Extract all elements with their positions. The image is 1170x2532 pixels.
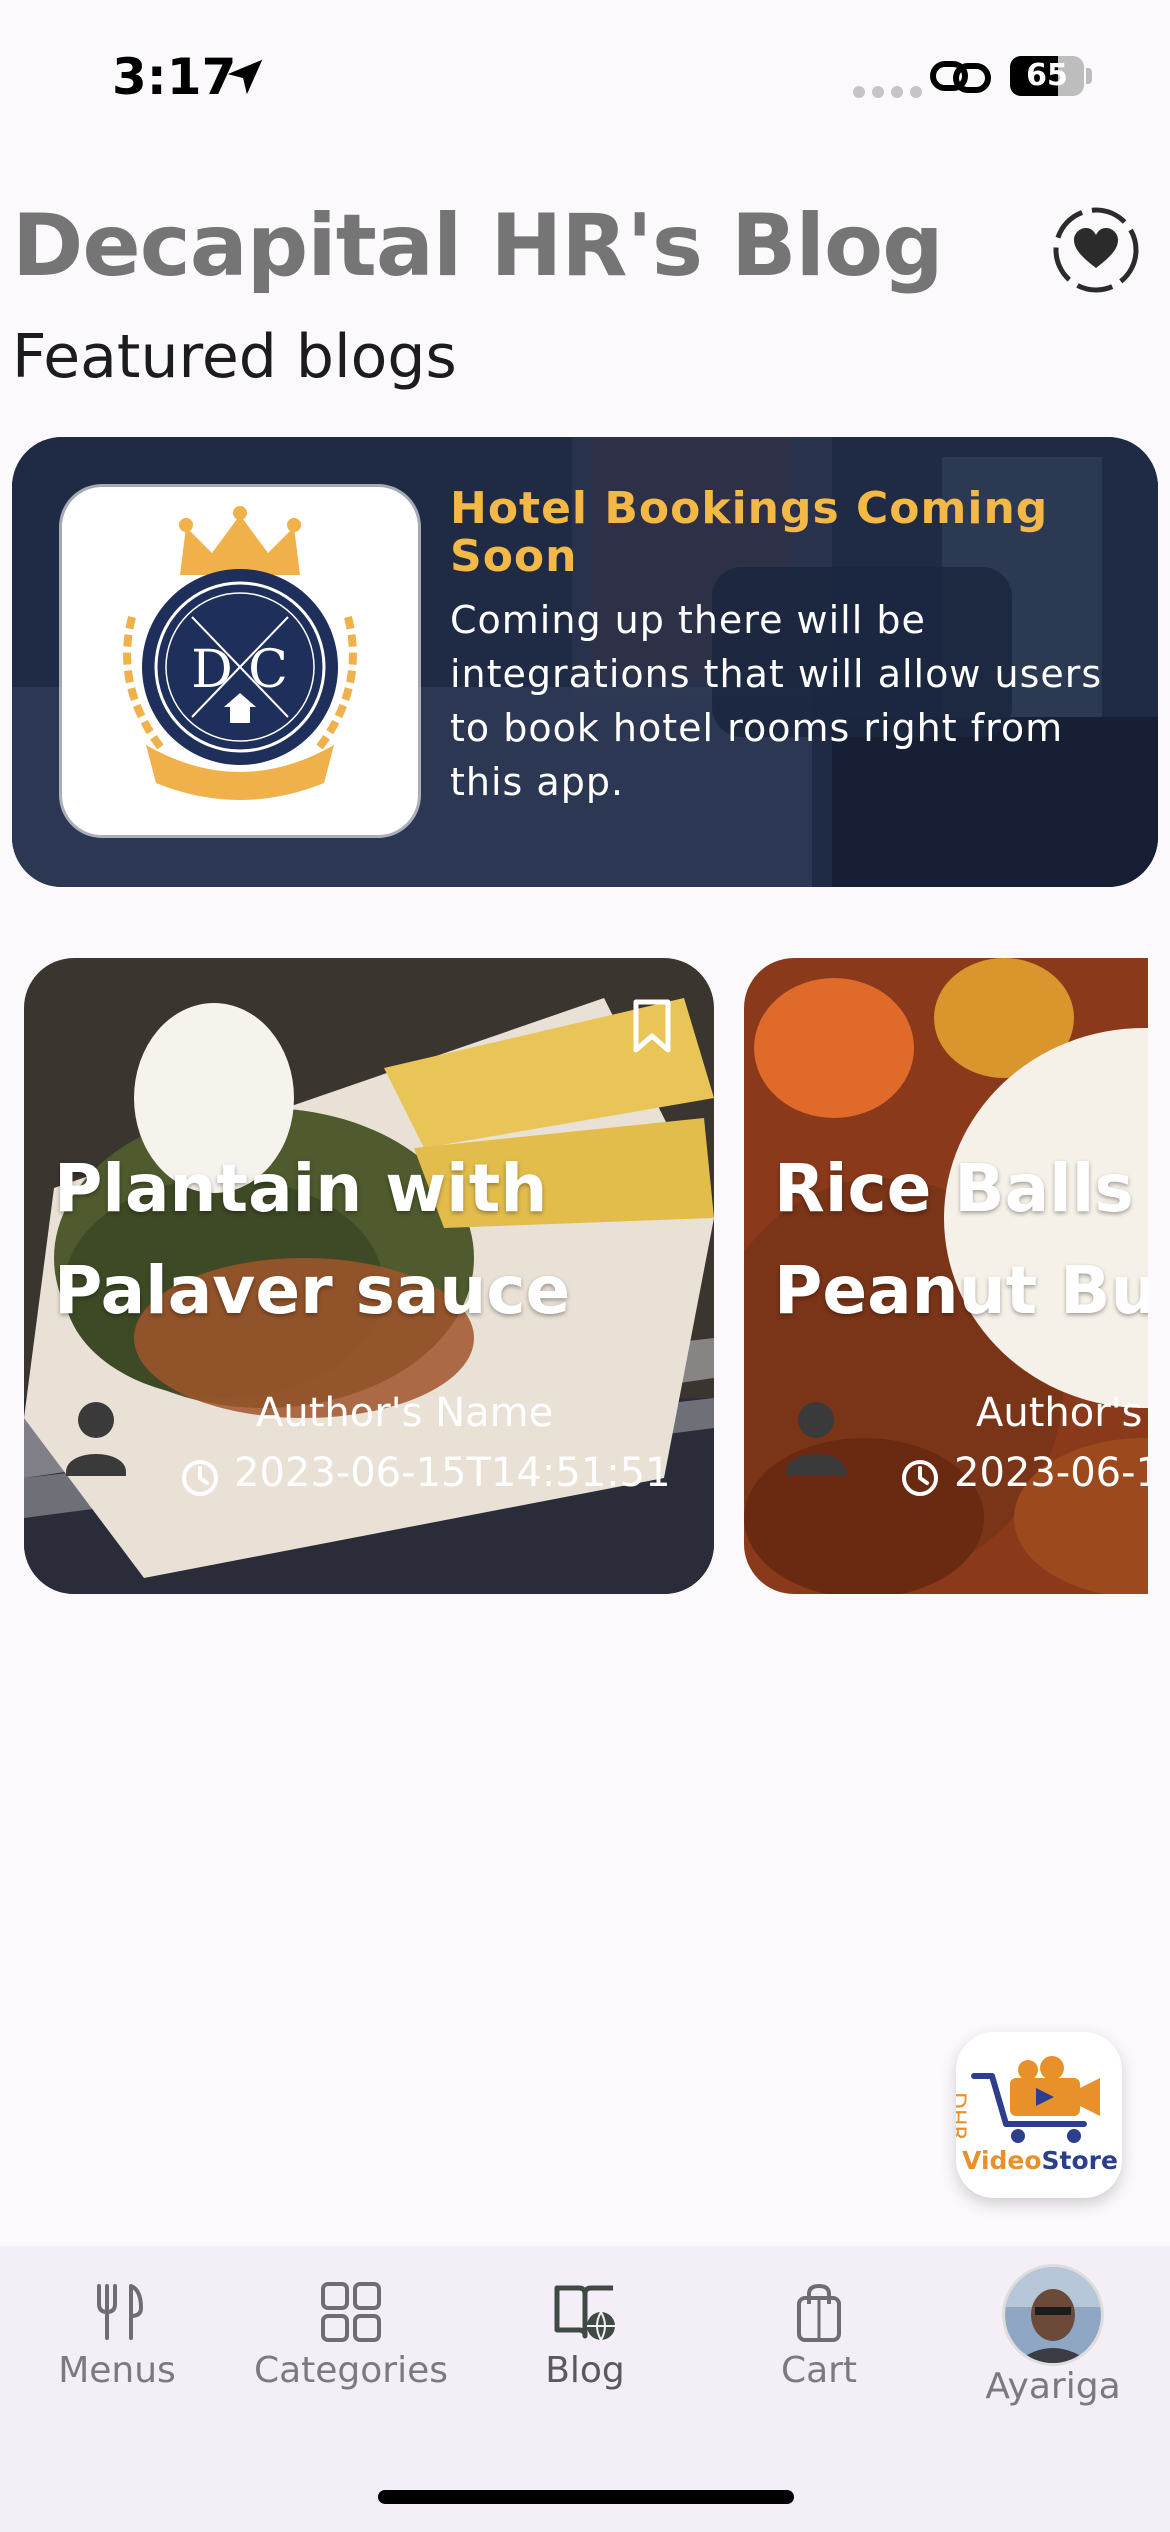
person-icon — [66, 1402, 126, 1476]
svg-text:DHR: DHR — [956, 2092, 969, 2141]
blog-card[interactable]: Rice Balls W Peanut But Author's Name 20… — [744, 958, 1148, 1594]
post-date: 2023-06-15T14:51:51 — [234, 1450, 671, 1496]
nav-label: Categories — [253, 2350, 449, 2391]
cellular-signal — [853, 86, 922, 98]
blog-card-carousel[interactable]: Plantain with Palaver sauce Author's Nam… — [0, 958, 1148, 1598]
video-store-logo: DHR — [956, 2056, 1100, 2143]
battery-cap — [1086, 68, 1092, 84]
blog-card[interactable]: Plantain with Palaver sauce Author's Nam… — [24, 958, 714, 1594]
location-arrow-icon — [227, 59, 263, 95]
blog-card-title-line-2: Palaver sauce — [54, 1252, 571, 1329]
status-time: 3:17 — [112, 48, 237, 106]
post-date: 2023-06-15T14:51:51 — [954, 1450, 1148, 1496]
featured-description: Coming up there will be integrations tha… — [450, 598, 1103, 804]
fork-knife-icon — [97, 2284, 143, 2340]
clock-icon — [182, 1460, 218, 1496]
nav-item-blog[interactable]: Blog — [468, 2246, 702, 2446]
video-store-button[interactable]: DHR VideoStore — [956, 2032, 1122, 2198]
svg-text:D: D — [191, 640, 233, 700]
nav-label: Cart — [780, 2350, 858, 2391]
shopping-bag-icon — [797, 2283, 841, 2342]
blog-card-title: Plantain with Palaver sauce — [54, 1138, 694, 1342]
blog-card-title-line-1: Rice Balls W — [774, 1150, 1148, 1227]
nav-item-profile[interactable]: Ayariga — [936, 2246, 1170, 2446]
person-icon — [786, 1402, 846, 1476]
heart-circle-icon[interactable] — [1050, 204, 1142, 296]
blog-card-title-line-1: Plantain with — [54, 1150, 548, 1227]
nav-label: Menus — [58, 2350, 176, 2391]
nav-item-cart[interactable]: Cart — [702, 2246, 936, 2446]
bookmark-icon[interactable] — [630, 998, 674, 1054]
author-name: Author's Name — [256, 1390, 554, 1436]
decapital-logo: D C — [62, 487, 418, 835]
author-name: Author's Name — [976, 1390, 1148, 1436]
clock-icon — [902, 1460, 938, 1496]
nav-label: Ayariga — [985, 2366, 1121, 2407]
featured-blog-card[interactable]: D C Hotel Bookings Coming Soon Coming up… — [12, 437, 1158, 887]
link-icon — [930, 61, 991, 93]
page-title: Decapital HR's Blog — [12, 196, 944, 296]
svg-text:C: C — [248, 640, 288, 700]
blog-card-title: Rice Balls W Peanut But — [774, 1138, 1148, 1342]
home-indicator — [378, 2490, 794, 2504]
nav-label: Blog — [545, 2350, 625, 2391]
battery-indicator: 65 — [1010, 56, 1084, 96]
grid-icon — [321, 2282, 381, 2342]
nav-item-menus[interactable]: Menus — [0, 2246, 234, 2446]
avatar — [1002, 2264, 1104, 2366]
book-globe-icon — [554, 2285, 615, 2343]
featured-title: Hotel Bookings Coming Soon — [450, 483, 1049, 582]
video-store-label: VideoStore — [962, 2146, 1118, 2175]
nav-item-categories[interactable]: Categories — [234, 2246, 468, 2446]
section-title: Featured blogs — [12, 322, 457, 392]
blog-card-title-line-2: Peanut But — [774, 1252, 1148, 1329]
